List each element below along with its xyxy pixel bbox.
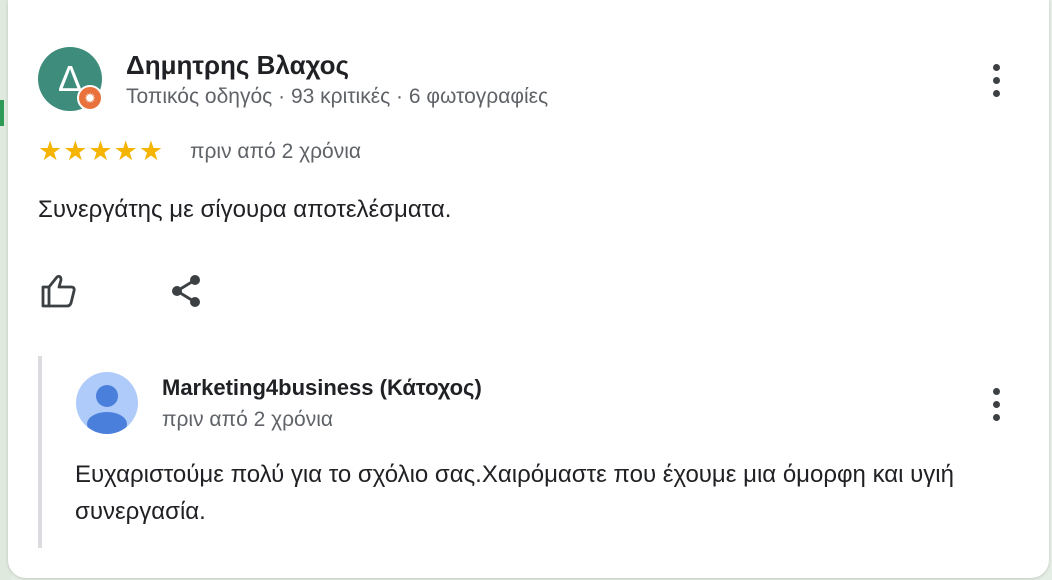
review-card: Δ ✹ Δημητρης Βλαχος Τοπικός οδηγός · 93 … (8, 0, 1049, 578)
owner-reply-divider (38, 356, 42, 548)
owner-reply-text: Ευχαριστούμε πολύ για το σχόλιο σας.Χαιρ… (75, 461, 954, 525)
thumbs-up-icon (41, 275, 76, 308)
owner-reply-time: πριν από 2 χρόνια (162, 408, 334, 431)
review-more-options-button[interactable] (984, 60, 1008, 100)
star-rating: ★★★★★ (38, 136, 165, 166)
review-text: Συνεργάτης με σίγουρα αποτελέσματα. (38, 196, 452, 223)
more-vert-icon (992, 63, 1000, 71)
owner-reply-more-options-button[interactable] (984, 384, 1008, 424)
reviewer-name[interactable]: Δημητρης Βλαχος (126, 50, 349, 81)
owner-avatar (76, 372, 138, 434)
review-time: πριν από 2 χρόνια (190, 140, 362, 163)
map-marker-edge (0, 100, 4, 126)
owner-reply-author: Marketing4business (Κάτοχος) (162, 375, 482, 400)
local-guide-badge-icon: ✹ (77, 85, 103, 111)
share-button[interactable] (166, 271, 206, 311)
more-vert-icon (992, 387, 1000, 395)
reviewer-meta[interactable]: Τοπικός οδηγός · 93 κριτικές · 6 φωτογρα… (126, 85, 548, 109)
share-icon (172, 275, 200, 307)
default-person-avatar-icon (87, 385, 127, 434)
like-button[interactable] (38, 271, 78, 311)
